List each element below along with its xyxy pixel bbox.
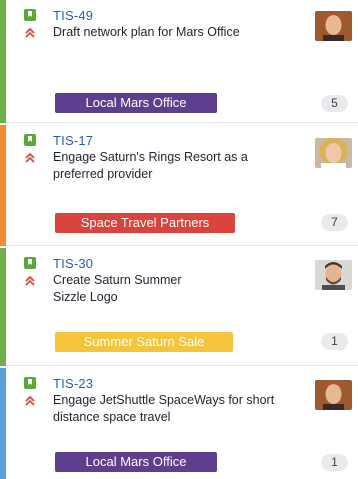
priority-highest-icon (25, 27, 35, 38)
priority-highest-icon (25, 152, 35, 163)
story-icon (24, 257, 36, 269)
priority-highest-icon (25, 395, 35, 406)
issue-key-link[interactable]: TIS-17 (53, 133, 93, 148)
story-points-badge: 1 (321, 333, 348, 350)
story-points-badge: 7 (321, 214, 348, 231)
issue-card-tis-30[interactable]: TIS-30 Create Saturn Summer Sizzle Logo … (0, 248, 358, 366)
card-divider (6, 365, 358, 366)
issue-key-link[interactable]: TIS-49 (53, 8, 93, 23)
issue-card-tis-17[interactable]: TIS-17 Engage Saturn's Rings Resort as a… (0, 125, 358, 246)
card-divider (6, 245, 358, 246)
card-color-stripe (0, 368, 6, 479)
card-divider (6, 122, 358, 123)
man-red-hair-avatar[interactable] (315, 380, 352, 410)
story-icon (24, 134, 36, 146)
story-icon (24, 377, 36, 389)
issue-summary: Draft network plan for Mars Office (53, 25, 240, 39)
issue-summary: Engage JetShuttle SpaceWays for short di… (53, 393, 275, 424)
epic-label[interactable]: Local Mars Office (55, 93, 217, 113)
issue-card-tis-23[interactable]: TIS-23 Engage JetShuttle SpaceWays for s… (0, 368, 358, 479)
card-color-stripe (0, 125, 6, 246)
epic-label[interactable]: Summer Saturn Sale (55, 332, 233, 352)
issue-card-tis-49[interactable]: TIS-49 Draft network plan for Mars Offic… (0, 0, 358, 123)
story-points-badge: 1 (321, 454, 348, 471)
epic-label[interactable]: Space Travel Partners (55, 213, 235, 233)
epic-label[interactable]: Local Mars Office (55, 452, 217, 472)
issue-key-link[interactable]: TIS-23 (53, 376, 93, 391)
card-color-stripe (0, 248, 6, 366)
woman-blonde-avatar[interactable] (315, 138, 352, 168)
story-points-badge: 5 (321, 95, 348, 112)
man-red-hair-avatar[interactable] (315, 11, 352, 41)
story-icon (24, 9, 36, 21)
issue-summary: Create Saturn Summer Sizzle Logo (53, 273, 182, 304)
issue-summary: Engage Saturn's Rings Resort as a prefer… (53, 150, 248, 181)
issue-key-link[interactable]: TIS-30 (53, 256, 93, 271)
man-beard-avatar[interactable] (315, 260, 352, 290)
card-color-stripe (0, 0, 6, 123)
priority-highest-icon (25, 275, 35, 286)
